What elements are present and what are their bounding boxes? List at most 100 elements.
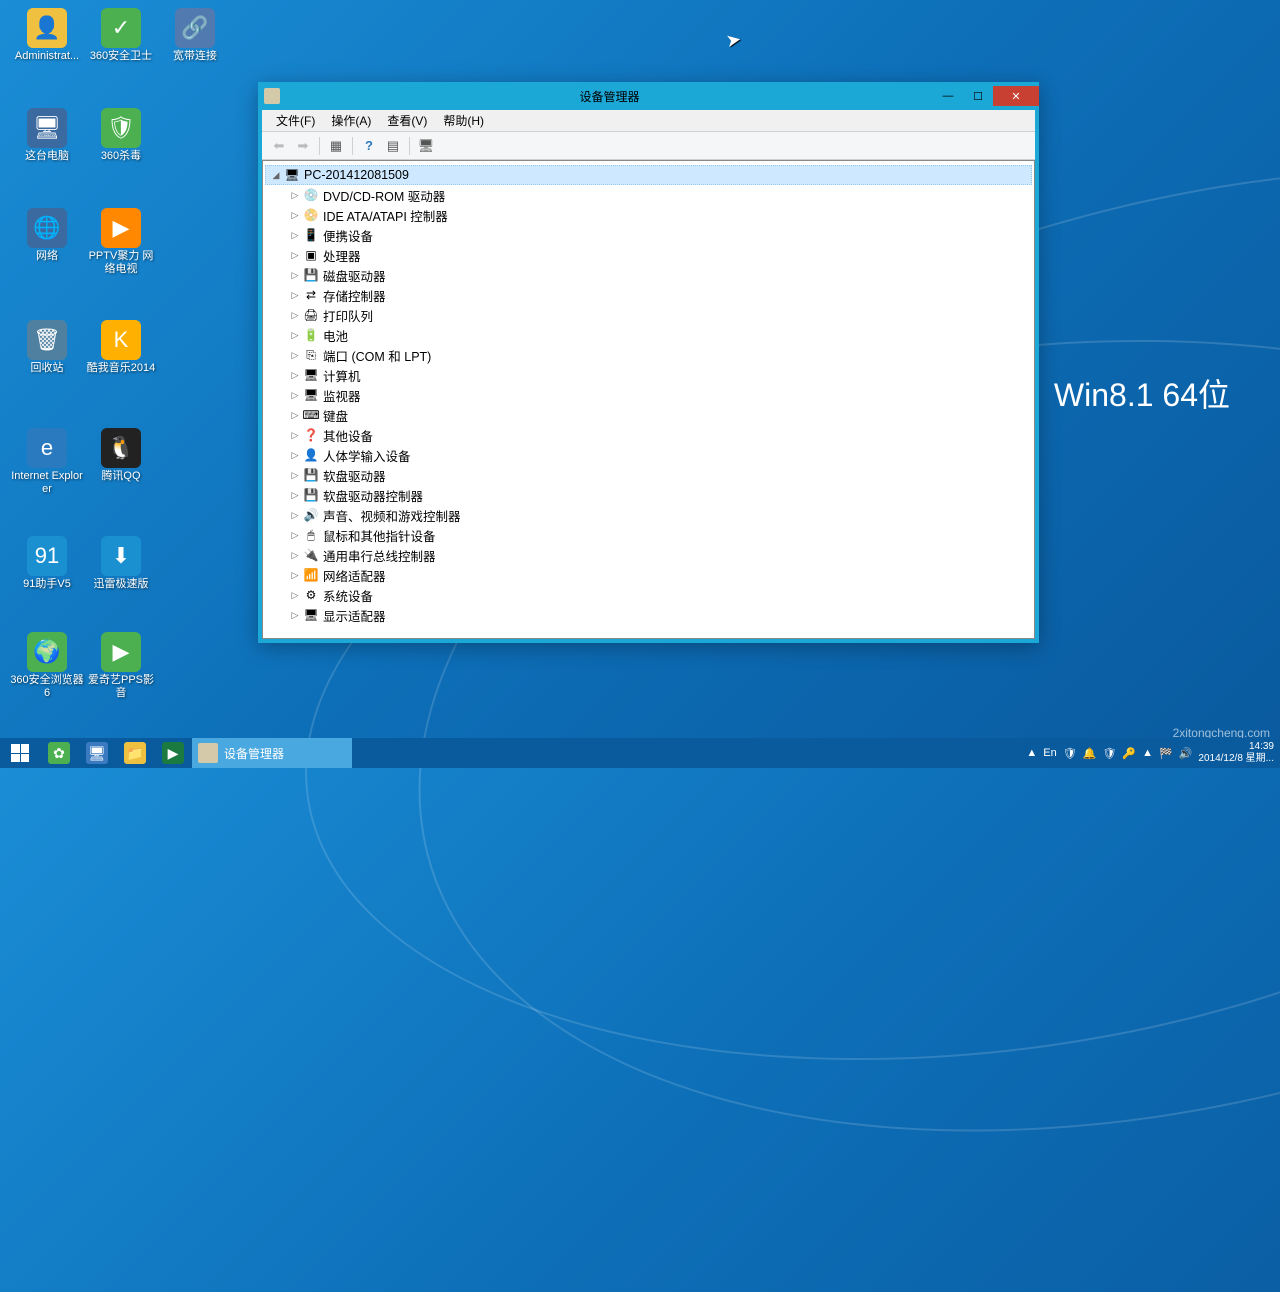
desktop-icon[interactable]: 👤Administrat...	[10, 8, 84, 63]
tree-category[interactable]: ▷🖨打印队列	[265, 305, 1032, 325]
tree-category[interactable]: ▷🔌通用串行总线控制器	[265, 545, 1032, 565]
expand-icon[interactable]: ▷	[289, 449, 301, 461]
minimize-button[interactable]: —	[933, 86, 963, 106]
device-tree[interactable]: ◢🖥PC-201412081509▷💿DVD/CD-ROM 驱动器▷📀IDE A…	[262, 160, 1035, 639]
desktop-icon[interactable]: 🌍360安全浏览器6	[10, 632, 84, 700]
app-icon: e	[27, 428, 67, 468]
expand-icon[interactable]: ▷	[289, 389, 301, 401]
tree-category[interactable]: ▷🖱鼠标和其他指针设备	[265, 525, 1032, 545]
tree-category[interactable]: ▷💾磁盘驱动器	[265, 265, 1032, 285]
app-icon: 👤	[27, 8, 67, 48]
desktop-icon[interactable]: ✓360安全卫士	[84, 8, 158, 63]
tree-category[interactable]: ▷🖥计算机	[265, 365, 1032, 385]
expand-icon[interactable]: ▷	[289, 409, 301, 421]
tree-category[interactable]: ▷🔋电池	[265, 325, 1032, 345]
desktop-icon[interactable]: 🗑回收站	[10, 320, 84, 375]
tree-category[interactable]: ▷▣处理器	[265, 245, 1032, 265]
expand-icon[interactable]: ▷	[289, 209, 301, 221]
desktop-icon[interactable]: eInternet Explorer	[10, 428, 84, 496]
expand-icon[interactable]: ▷	[289, 609, 301, 621]
tray-icon[interactable]: 🔔	[1083, 747, 1097, 760]
expand-icon[interactable]: ▷	[289, 469, 301, 481]
tree-category[interactable]: ▷⇄存储控制器	[265, 285, 1032, 305]
desktop-icon[interactable]: 🛡360杀毒	[84, 108, 158, 163]
taskbar-pinned-app[interactable]: ✿	[40, 738, 78, 768]
expand-icon[interactable]: ▷	[289, 229, 301, 241]
icon-label: 迅雷极速版	[84, 578, 158, 591]
clock[interactable]: 14:392014/12/8 星期...	[1198, 741, 1274, 765]
expand-icon[interactable]: ▷	[289, 429, 301, 441]
expand-icon[interactable]: ▷	[289, 549, 301, 561]
menu-item[interactable]: 文件(F)	[268, 112, 323, 129]
separator	[409, 137, 410, 155]
tray-icon[interactable]: 🛡	[1102, 747, 1116, 760]
tray-icon[interactable]: En	[1043, 747, 1056, 759]
menu-item[interactable]: 查看(V)	[379, 112, 435, 129]
menu-item[interactable]: 帮助(H)	[435, 112, 492, 129]
desktop-icon[interactable]: ▶PPTV聚力 网络电视	[84, 208, 158, 276]
expand-icon[interactable]: ▷	[289, 369, 301, 381]
expand-icon[interactable]: ▷	[289, 349, 301, 361]
tree-category[interactable]: ▷💾软盘驱动器	[265, 465, 1032, 485]
tree-category[interactable]: ▷⎘端口 (COM 和 LPT)	[265, 345, 1032, 365]
windows-logo-icon	[11, 744, 29, 762]
tray-icon[interactable]: ▲	[1026, 747, 1037, 759]
expand-icon[interactable]: ▷	[289, 589, 301, 601]
desktop-icon[interactable]: K酷我音乐2014	[84, 320, 158, 375]
desktop-icon[interactable]: 9191助手V5	[10, 536, 84, 591]
tray-icon[interactable]: 🔊	[1179, 747, 1193, 760]
expand-icon[interactable]: ▷	[289, 489, 301, 501]
show-hidden-icon[interactable]: ▦	[325, 135, 347, 157]
taskbar-pinned-app[interactable]: 📁	[116, 738, 154, 768]
desktop-icon[interactable]: 🔗宽带连接	[158, 8, 232, 63]
tree-category[interactable]: ▷📱便携设备	[265, 225, 1032, 245]
tree-category[interactable]: ▷⌨键盘	[265, 405, 1032, 425]
expand-icon[interactable]: ▷	[289, 529, 301, 541]
tree-category[interactable]: ▷⚙系统设备	[265, 585, 1032, 605]
collapse-icon[interactable]: ◢	[270, 169, 282, 181]
expand-icon[interactable]: ▷	[289, 269, 301, 281]
desktop-icon[interactable]: 🐧腾讯QQ	[84, 428, 158, 483]
tree-category[interactable]: ▷💾软盘驱动器控制器	[265, 485, 1032, 505]
taskbar-item-device-manager[interactable]: 设备管理器	[192, 738, 352, 768]
tree-category[interactable]: ▷🔊声音、视频和游戏控制器	[265, 505, 1032, 525]
tree-category[interactable]: ▷🖥监视器	[265, 385, 1032, 405]
tray-icon[interactable]: ▲	[1142, 747, 1153, 759]
tree-category[interactable]: ▷📶网络适配器	[265, 565, 1032, 585]
tray-icon[interactable]: 🔑	[1122, 747, 1136, 760]
tree-category[interactable]: ▷📀IDE ATA/ATAPI 控制器	[265, 205, 1032, 225]
expand-icon[interactable]: ▷	[289, 309, 301, 321]
expand-icon[interactable]: ▷	[289, 249, 301, 261]
titlebar[interactable]: 设备管理器 — ☐ ✕	[258, 82, 1039, 110]
node-label: 电池	[323, 326, 348, 345]
maximize-button[interactable]: ☐	[963, 86, 993, 106]
desktop-icon[interactable]: 🖥这台电脑	[10, 108, 84, 163]
tree-category[interactable]: ▷🖥显示适配器	[265, 605, 1032, 625]
properties-icon[interactable]: ▤	[382, 135, 404, 157]
taskbar-pinned-app[interactable]: ▶	[154, 738, 192, 768]
expand-icon[interactable]: ▷	[289, 289, 301, 301]
tree-category[interactable]: ▷💿DVD/CD-ROM 驱动器	[265, 185, 1032, 205]
tree-category[interactable]: ▷❓其他设备	[265, 425, 1032, 445]
icon-label: 这台电脑	[10, 150, 84, 163]
tray-icon[interactable]: 🏁	[1159, 747, 1173, 760]
tree-root[interactable]: ◢🖥PC-201412081509	[265, 165, 1032, 185]
scan-hardware-icon[interactable]: 🖥	[415, 135, 437, 157]
help-icon[interactable]: ?	[358, 135, 380, 157]
taskbar-pinned-app[interactable]: 🖥	[78, 738, 116, 768]
tray-icon[interactable]: 🛡	[1063, 747, 1077, 760]
desktop-icon[interactable]: 🌐网络	[10, 208, 84, 263]
start-button[interactable]	[0, 738, 40, 768]
desktop-icon[interactable]: ▶爱奇艺PPS影音	[84, 632, 158, 700]
close-button[interactable]: ✕	[993, 86, 1039, 106]
app-icon: 🐧	[101, 428, 141, 468]
expand-icon[interactable]: ▷	[289, 569, 301, 581]
expand-icon[interactable]: ▷	[289, 189, 301, 201]
desktop-icon[interactable]: ⬇迅雷极速版	[84, 536, 158, 591]
computer-icon: 🖥	[284, 167, 300, 183]
node-label: 通用串行总线控制器	[323, 546, 436, 565]
expand-icon[interactable]: ▷	[289, 329, 301, 341]
menu-item[interactable]: 操作(A)	[323, 112, 379, 129]
tree-category[interactable]: ▷👤人体学输入设备	[265, 445, 1032, 465]
expand-icon[interactable]: ▷	[289, 509, 301, 521]
